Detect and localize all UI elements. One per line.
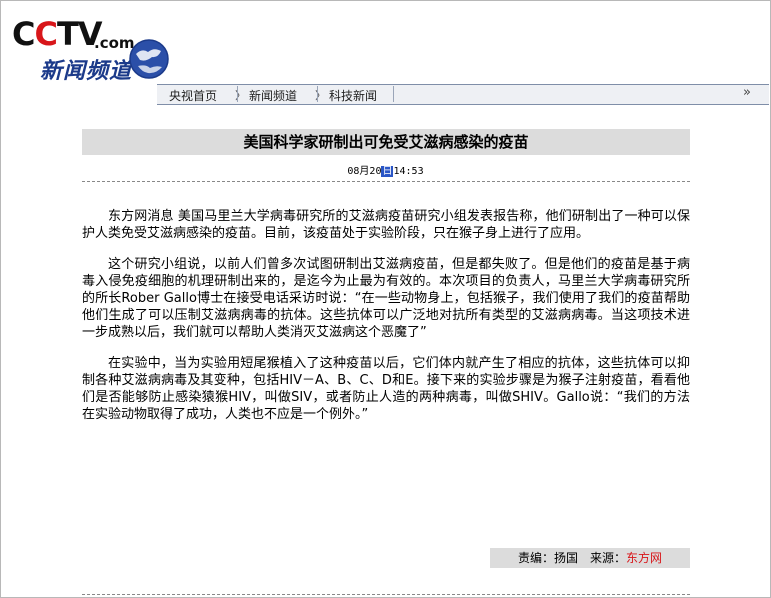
date-selected-char: 日 (381, 166, 394, 177)
article-body: 东方网消息 美国马里兰大学病毒研究所的艾滋病疫苗研究小组发表报告称，他们研制出了… (82, 208, 690, 437)
channel-logo-text: 新闻频道 (40, 59, 133, 84)
nav-link-news-channel[interactable]: 新闻频道 (249, 87, 297, 104)
article-paragraph: 东方网消息 美国马里兰大学病毒研究所的艾滋病疫苗研究小组发表报告称，他们研制出了… (82, 209, 690, 241)
article-title: 美国科学家研制出可免受艾滋病感染的疫苗 (82, 129, 690, 155)
article-date: 08月20日14:53 (0, 162, 771, 177)
article-paragraph: 这个研究小组说，以前人们曾多次试图研制出艾滋病疫苗，但是都失败了。但是他们的疫苗… (82, 257, 690, 340)
date-time: 14:53 (393, 166, 424, 177)
globe-icon (129, 39, 169, 79)
breadcrumb-nav: 央视首页 〉 新闻频道 〉 科技新闻 » (157, 84, 769, 105)
site-header: CCTV .com 新闻频道 (0, 0, 771, 84)
divider-top (82, 181, 690, 182)
credit-label: 责编：扬国 来源： (517, 551, 626, 565)
article-credit: 责编：扬国 来源：东方网 (490, 548, 690, 568)
logo-c2: C (34, 15, 58, 53)
nav-link-cctv-home[interactable]: 央视首页 (169, 87, 217, 104)
nav-divider (237, 86, 238, 102)
logo-c1: C (12, 15, 36, 53)
divider-bottom (82, 594, 690, 595)
nav-more-icon[interactable]: » (743, 85, 751, 100)
credit-source-link[interactable]: 东方网 (626, 551, 662, 565)
cctv-logo[interactable]: CCTV (12, 15, 103, 53)
nav-divider (317, 86, 318, 102)
nav-divider (393, 86, 394, 102)
nav-link-tech-news[interactable]: 科技新闻 (329, 87, 377, 104)
article-paragraph: 在实验中，当为实验用短尾猴植入了这种疫苗以后，它们体内就产生了相应的抗体，这些抗… (82, 356, 690, 422)
date-prefix: 08月20 (347, 166, 382, 177)
